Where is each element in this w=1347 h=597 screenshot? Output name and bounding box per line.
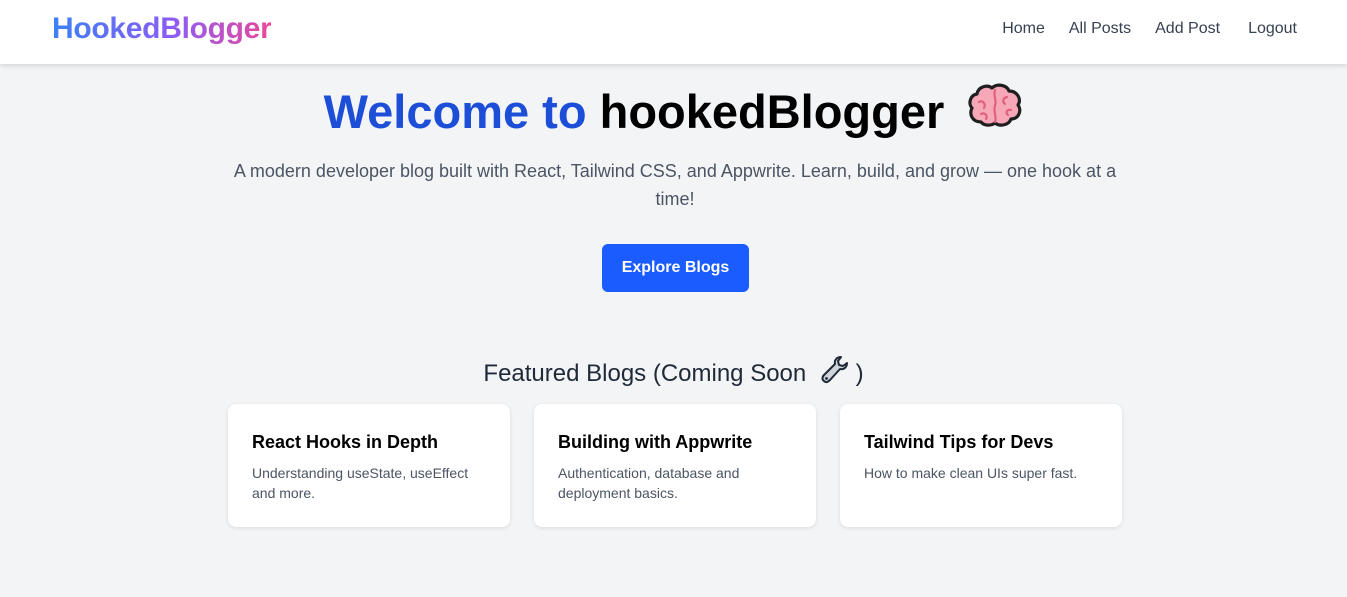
card-description: Authentication, database and deployment … [558,465,740,501]
card-description: Understanding useState, useEffect and mo… [252,465,469,501]
nav-all-posts-link[interactable]: All Posts [1069,20,1131,38]
card-title: React Hooks in Depth [252,432,439,452]
blog-card-react-hooks[interactable]: React Hooks in Depth Understanding useSt… [228,404,510,527]
brain-icon [967,82,1023,142]
wrench-icon [819,354,849,391]
nav-home-link[interactable]: Home [1002,20,1045,38]
card-title: Building with Appwrite [558,432,753,452]
featured-title: Featured Blogs (Coming Soon ) [0,356,1347,391]
featured-title-suffix: ) [855,359,864,387]
nav-add-post-link[interactable]: Add Post [1155,20,1220,38]
nav-links: Home All Posts Add Post Logout [1002,20,1297,38]
hero-subtitle: A modern developer blog built with React… [233,161,1117,209]
featured-title-text: Featured Blogs (Coming Soon [483,359,807,387]
hero-title-accent: Welcome to [323,85,587,138]
card-title: Tailwind Tips for Devs [864,432,1054,452]
navbar: HookedBlogger Home All Posts Add Post Lo… [0,0,1347,64]
explore-blogs-button[interactable]: Explore Blogs [602,244,749,292]
hero-title-rest: hookedBlogger [599,85,945,138]
nav-logout-link[interactable]: Logout [1248,20,1297,38]
site-logo[interactable]: HookedBlogger [52,12,272,46]
hero-title: Welcome to hookedBlogger [0,82,1347,142]
featured-cards: React Hooks in Depth Understanding useSt… [228,404,1122,527]
blog-card-appwrite[interactable]: Building with Appwrite Authentication, d… [534,404,816,527]
blog-card-tailwind[interactable]: Tailwind Tips for Devs How to make clean… [840,404,1122,527]
card-description: How to make clean UIs super fast. [864,465,1078,481]
